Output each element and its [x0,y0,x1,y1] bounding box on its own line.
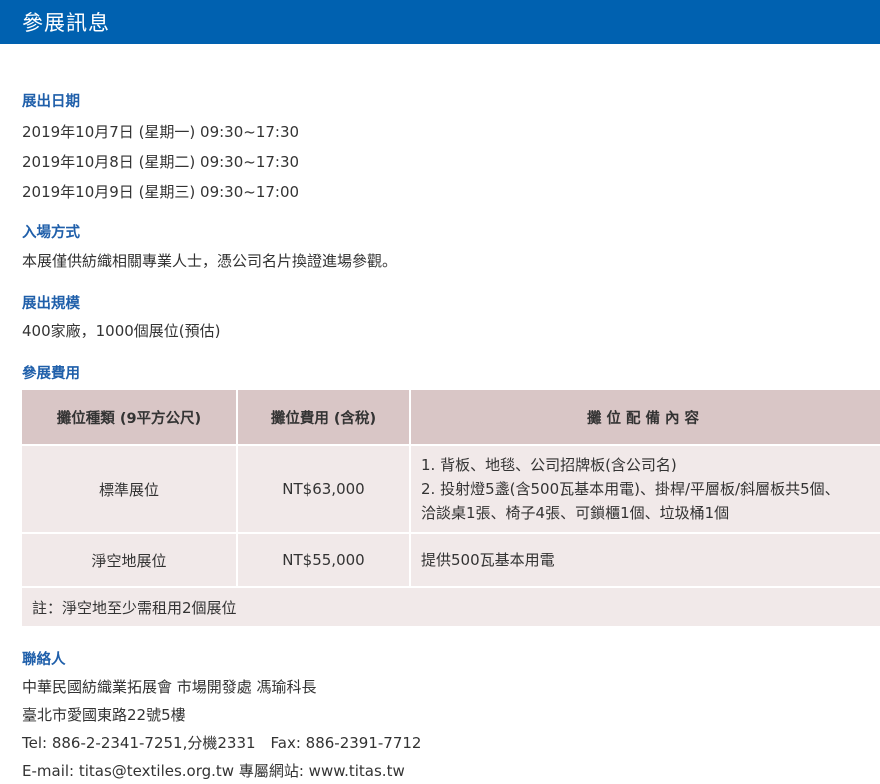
booth-item: 2. 投射燈5盞(含500瓦基本用電)、掛桿/平層板/斜層板共5個、 [421,480,840,498]
contact-email-line: E-mail: titas@textiles.org.tw 專屬網站: www.… [22,761,880,782]
entry-title: 入場方式 [22,225,80,241]
contact-org: 中華民國紡織業拓展會 市場開發處 馮瑜科長 [22,678,317,696]
fees-section: 參展費用 攤位種類 (9平方公尺) 攤位費用 (含稅) 攤位配備內容 標準展位 … [22,364,880,628]
site-link[interactable]: www.titas.tw [309,762,405,780]
email-label: E-mail: [22,762,79,780]
email-link[interactable]: titas@textiles.org.tw [79,762,234,780]
contact-section: 聯絡人 中華民國紡織業拓展會 市場開發處 馮瑜科長 臺北市愛國東路22號5樓 T… [22,650,880,782]
table-row: 標準展位 NT$63,000 1. 背板、地毯、公司招牌板(含公司名) 2. 投… [22,445,880,534]
fee-note: 註：淨空地至少需租用2個展位 [22,587,880,628]
scale-title: 展出規模 [22,296,80,312]
booth-item: 洽談桌1張、椅子4張、可鎖櫃1個、垃圾桶1個 [421,504,730,522]
dates-section: 展出日期 2019年10月7日 (星期一) 09:30~17:30 2019年1… [22,92,880,202]
booth-type: 標準展位 [22,445,238,534]
main-content: 展出日期 2019年10月7日 (星期一) 09:30~17:30 2019年1… [0,44,880,782]
contact-tel-fax: Tel: 886-2-2341-7251,分機2331 Fax: 886-239… [22,734,422,752]
booth-items: 提供500瓦基本用電 [410,533,880,588]
fees-title: 參展費用 [22,366,80,382]
booth-price: NT$63,000 [237,445,411,534]
dates-title: 展出日期 [22,94,80,110]
booth-price: NT$55,000 [237,533,411,588]
fee-table-header: 攤位種類 (9平方公尺) 攤位費用 (含稅) 攤位配備內容 [22,390,880,446]
header-booth-type: 攤位種類 (9平方公尺) [22,390,238,446]
fee-note-row: 註：淨空地至少需租用2個展位 [22,587,880,628]
date-line-3: 2019年10月9日 (星期三) 09:30~17:00 [22,183,300,201]
site-label: 專屬網站: [234,762,309,780]
header-booth-price: 攤位費用 (含稅) [237,390,411,446]
page-title: 參展訊息 [22,11,110,35]
date-line-2: 2019年10月8日 (星期二) 09:30~17:30 [22,153,300,171]
header-booth-items: 攤位配備內容 [410,390,880,446]
date-line-1: 2019年10月7日 (星期一) 09:30~17:30 [22,123,300,141]
page-header: 參展訊息 [0,0,880,44]
contact-address: 臺北市愛國東路22號5樓 [22,706,186,724]
booth-item: 提供500瓦基本用電 [421,551,555,569]
entry-text: 本展僅供紡織相關專業人士，憑公司名片換證進場參觀。 [22,252,398,270]
entry-section: 入場方式 本展僅供紡織相關專業人士，憑公司名片換證進場參觀。 [22,223,880,271]
booth-type: 淨空地展位 [22,533,238,588]
booth-items: 1. 背板、地毯、公司招牌板(含公司名) 2. 投射燈5盞(含500瓦基本用電)… [410,445,880,534]
contact-title: 聯絡人 [22,652,66,668]
fee-table: 攤位種類 (9平方公尺) 攤位費用 (含稅) 攤位配備內容 標準展位 NT$63… [22,390,880,628]
scale-text: 400家廠，1000個展位(預估) [22,322,221,340]
table-row: 淨空地展位 NT$55,000 提供500瓦基本用電 [22,533,880,588]
scale-section: 展出規模 400家廠，1000個展位(預估) [22,294,880,341]
booth-item: 1. 背板、地毯、公司招牌板(含公司名) [421,456,677,474]
